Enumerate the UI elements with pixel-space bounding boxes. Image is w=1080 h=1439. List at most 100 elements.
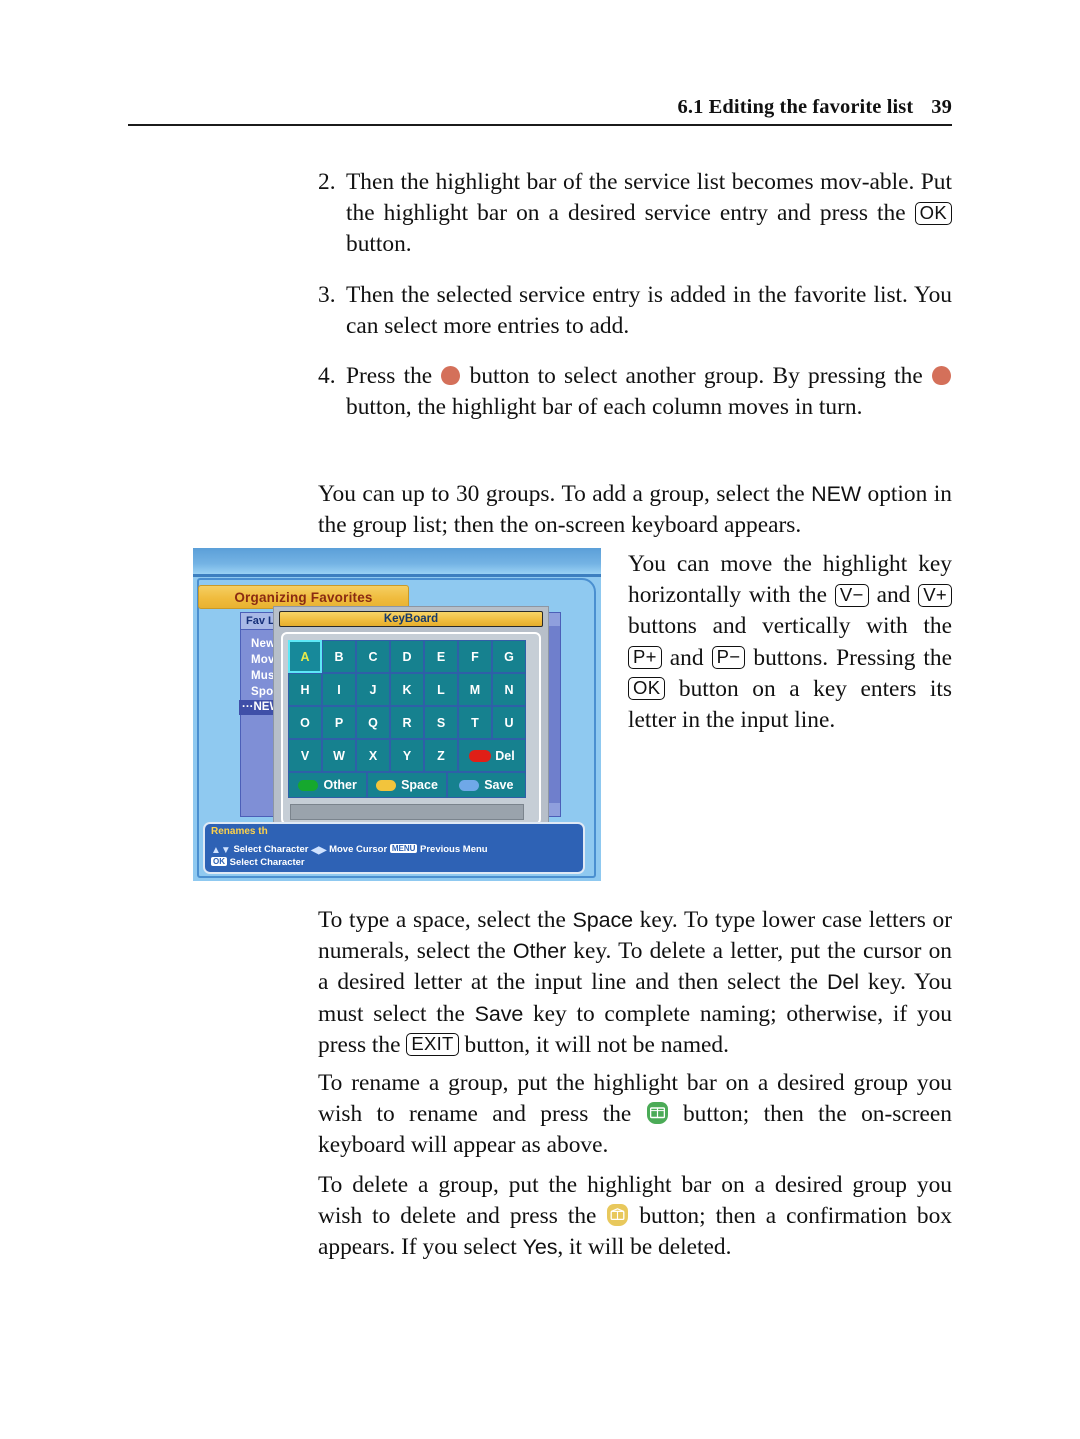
osd-help-description: Renames th [211, 826, 268, 837]
page-number: 39 [931, 96, 952, 118]
nav-text-c: buttons and vertically with the [628, 613, 952, 640]
save-key-label: Save [474, 1001, 524, 1026]
list-item-4-text-a: Press the [346, 363, 441, 389]
osd-help-select-character-label: Select Character [233, 844, 309, 855]
osd-help-ok-action-label: Select Character [229, 857, 305, 868]
header-rule [128, 124, 952, 126]
page-header: 6.1 Editing the favorite list 39 [128, 96, 952, 119]
osd-top-band [193, 548, 601, 574]
osd-key-space[interactable]: Space [367, 772, 447, 798]
osd-help-line-2: OK Select Character [211, 857, 305, 868]
green-pill-icon [298, 779, 319, 791]
nav-text-f: button on a key enters its letter in the… [628, 675, 952, 734]
osd-key-o[interactable]: O [288, 706, 322, 739]
red-button-icon-2 [931, 366, 951, 385]
osd-key-u[interactable]: U [492, 706, 526, 739]
exit-keycap[interactable]: EXIT [406, 1033, 459, 1057]
osd-key-g[interactable]: G [492, 640, 526, 673]
osd-key-c[interactable]: C [356, 640, 390, 673]
osd-key-other[interactable]: Other [288, 772, 368, 798]
blue-pill-icon [459, 779, 480, 791]
nav-text-b: and [868, 582, 919, 609]
p-plus-keycap[interactable]: P+ [628, 646, 662, 670]
osd-key-y[interactable]: Y [390, 739, 424, 772]
paragraph-rename: To rename a group, put the highlight bar… [318, 1068, 952, 1162]
gold-delete-button-icon [607, 1204, 629, 1227]
list-item-3-number: 3. [318, 282, 336, 308]
space-key-label: Space [572, 908, 634, 932]
list-item-4-text: Press the button to select another group… [346, 361, 952, 423]
osd-key-other-label: Other [323, 778, 357, 792]
osd-key-n[interactable]: N [492, 673, 526, 706]
list-item-2-number: 2. [318, 169, 336, 195]
osd-key-e[interactable]: E [424, 640, 458, 673]
osd-screenshot-figure: Organizing Favorites Fav Li New Mov Mus … [193, 548, 601, 881]
osd-key-j[interactable]: J [356, 673, 390, 706]
osd-key-d[interactable]: D [390, 640, 424, 673]
osd-key-w[interactable]: W [322, 739, 356, 772]
list-item-4: 4. Press the button to select another gr… [318, 361, 952, 423]
osd-key-save[interactable]: Save [446, 772, 526, 798]
typing-text-f: button, it will not be named. [458, 1031, 729, 1058]
v-minus-keycap[interactable]: V− [834, 583, 869, 607]
paragraph-typing: To type a space, select the Space key. T… [318, 905, 952, 1061]
osd-key-s[interactable]: S [424, 706, 458, 739]
list-item-4-text-b: button to select another group. By press… [461, 363, 931, 389]
osd-key-r[interactable]: R [390, 706, 424, 739]
osd-key-p[interactable]: P [322, 706, 356, 739]
list-item-2-text-a: Then the highlight bar of the service li… [346, 169, 952, 227]
osd-help-previous-menu-label: Previous Menu [420, 844, 488, 855]
osd-key-save-label: Save [484, 778, 514, 792]
osd-key-f[interactable]: F [458, 640, 492, 673]
paragraph-groups-intro: You can up to 30 groups. To add a group,… [318, 479, 952, 541]
osd-key-q[interactable]: Q [356, 706, 390, 739]
osd-key-grid: A B C D E F G H I J K L M N O P Q R S T … [288, 640, 526, 772]
nav-text-d: and [661, 644, 712, 671]
p-minus-keycap[interactable]: P− [711, 646, 746, 670]
ok-chip-icon: OK [211, 857, 227, 866]
menu-chip-icon: MENU [389, 844, 418, 853]
groups-intro-text-a: You can up to 30 groups. To add a group,… [318, 481, 812, 507]
red-pill-icon [469, 749, 492, 762]
osd-key-z[interactable]: Z [424, 739, 458, 772]
list-item-3: 3. Then the selected service entry is ad… [318, 280, 952, 342]
osd-key-m[interactable]: M [458, 673, 492, 706]
osd-key-a[interactable]: A [288, 640, 322, 673]
osd-key-t[interactable]: T [458, 706, 492, 739]
osd-key-l[interactable]: L [424, 673, 458, 706]
osd-key-i[interactable]: I [322, 673, 356, 706]
ok-keycap[interactable]: OK [914, 201, 952, 225]
del-key-label: Del [826, 970, 859, 995]
paragraph-navigation: You can move the highlight key horizonta… [628, 549, 952, 736]
osd-key-v[interactable]: V [288, 739, 322, 772]
osd-key-del-label: Del [495, 748, 515, 763]
osd-key-space-label: Space [401, 778, 438, 792]
list-item-4-text-c: button, the highlight bar of each column… [346, 394, 863, 421]
up-down-arrows-icon: ▲▼ [211, 845, 231, 856]
ok-keycap-nav[interactable]: OK [628, 677, 666, 701]
osd-keyboard-function-row: Other Space Save [288, 772, 526, 798]
delete-text-c: , it will be deleted. [557, 1234, 732, 1261]
osd-key-k[interactable]: K [390, 673, 424, 706]
green-menu-button-icon [646, 1102, 668, 1125]
nav-text-e: buttons. Pressing the [745, 644, 953, 671]
list-item-2: 2. Then the highlight bar of the service… [318, 167, 952, 261]
left-right-arrows-icon: ◀▶ [311, 845, 327, 856]
osd-key-b[interactable]: B [322, 640, 356, 673]
yellow-pill-icon [376, 779, 397, 791]
osd-key-del[interactable]: Del [458, 739, 526, 772]
osd-key-x[interactable]: X [356, 739, 390, 772]
yes-option-label: Yes [522, 1235, 558, 1260]
v-plus-keycap[interactable]: V+ [918, 583, 952, 607]
list-item-3-text: Then the selected service entry is added… [346, 282, 952, 340]
list-item-2-text-b: button. [346, 231, 412, 258]
osd-input-line[interactable] [290, 804, 524, 820]
red-button-icon [441, 366, 461, 385]
header-section-title: 6.1 Editing the favorite list [677, 96, 914, 118]
osd-help-line-1: ▲▼ Select Character ◀▶ Move Cursor MENU … [211, 844, 488, 856]
osd-top-band-edge [193, 574, 601, 577]
osd-keyboard-title-label: KeyBoard [383, 613, 439, 625]
list-item-4-number: 4. [318, 363, 336, 389]
other-key-label: Other [512, 939, 567, 964]
osd-key-h[interactable]: H [288, 673, 322, 706]
